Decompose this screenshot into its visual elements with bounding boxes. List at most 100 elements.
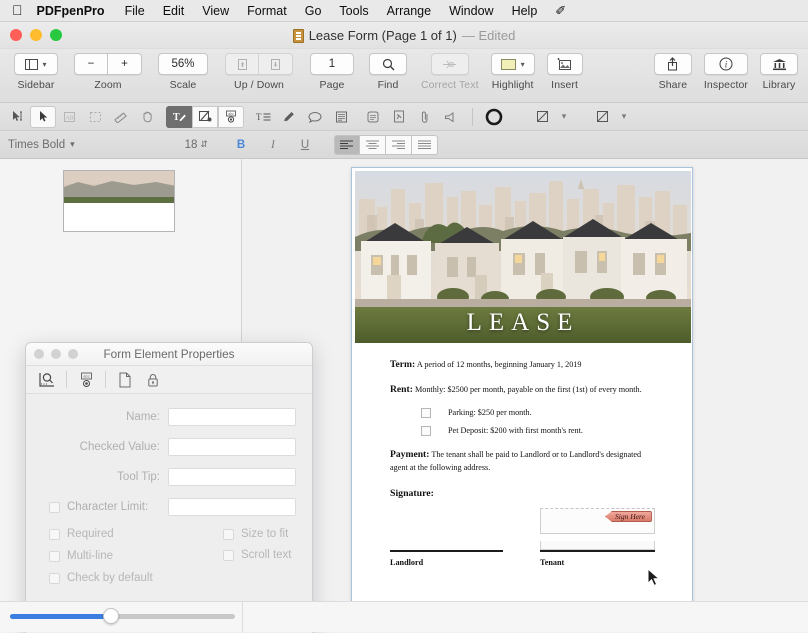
thumbnail-size-slider[interactable] [10,614,235,619]
check-by-default-row[interactable]: Check by default [49,572,296,584]
character-limit-checkbox[interactable] [49,502,60,513]
text-block-tool[interactable]: T [250,106,276,128]
share-button[interactable] [654,53,692,75]
fill-color-control[interactable] [529,106,555,128]
menu-item-help[interactable]: Help [503,0,547,22]
comment-tool[interactable] [302,106,328,128]
tool-tip-input[interactable] [168,468,296,486]
align-right-button[interactable] [386,135,412,155]
form-element-properties-panel[interactable]: Form Element Properties abc [25,342,313,633]
scroll-text-checkbox[interactable] [223,550,234,561]
close-button[interactable] [10,29,22,41]
size-to-fit-row[interactable]: Size to fit [223,528,288,540]
toolbar-group-correct-text: Correct Text [421,53,479,91]
zoom-out-button[interactable]: − [74,53,108,75]
size-to-fit-checkbox[interactable] [223,529,234,540]
highlight-button[interactable]: ▾ [491,53,535,75]
page-number-field[interactable]: 1 [310,53,354,75]
sound-tool[interactable] [438,106,464,128]
checked-value-input[interactable] [168,438,296,456]
menu-item-format[interactable]: Format [238,0,296,22]
library-button[interactable] [760,53,798,75]
multi-line-checkbox[interactable] [49,551,60,562]
toolbar-label-find: Find [378,79,399,91]
stroke-color-chevron[interactable]: ▾ [615,106,633,128]
inspector-button[interactable]: i [704,53,748,75]
signature-tool[interactable] [276,106,302,128]
menu-item-edit[interactable]: Edit [154,0,194,22]
tab-field-appearance[interactable]: abc [72,369,100,391]
italic-button[interactable]: I [262,139,284,151]
stroke-color-control[interactable] [589,106,615,128]
find-button[interactable] [369,53,407,75]
page-up-button[interactable] [225,53,259,75]
parking-checkbox-row[interactable]: Parking: $250 per month. [404,408,660,418]
checkbox-field-tool[interactable] [192,106,218,128]
text-field-tool[interactable]: T [166,106,192,128]
pdf-page[interactable]: LEASE Term: A period of 12 months, begin… [351,167,693,616]
menu-item-view[interactable]: View [193,0,238,22]
align-left-icon [340,140,353,149]
apple-menu-icon[interactable]:  [10,3,33,19]
align-center-button[interactable] [360,135,386,155]
page-thumbnail[interactable] [63,170,175,232]
document-canvas[interactable]: LEASE Term: A period of 12 months, begin… [243,159,808,633]
stamp-tool[interactable] [386,106,412,128]
correct-text-button[interactable] [431,53,469,75]
parking-checkbox[interactable] [421,408,431,418]
name-input[interactable] [168,408,296,426]
tenant-signature-line [540,550,655,552]
page-down-button[interactable] [259,53,293,75]
measure-tool[interactable] [108,106,134,128]
bold-button[interactable]: B [230,139,252,151]
character-limit-input[interactable] [168,498,296,516]
tab-document[interactable] [111,369,139,391]
attachment-tool[interactable] [412,106,438,128]
highlight-swatch-icon [501,59,516,70]
slider-knob[interactable] [103,608,119,624]
checked-value-label: Checked Value: [80,441,160,453]
align-left-button[interactable] [334,135,360,155]
font-name-dropdown[interactable]: Times Bold ▾ [8,139,75,151]
pet-deposit-checkbox-row[interactable]: Pet Deposit: $200 with first month's ren… [404,426,660,436]
scroll-hand-tool[interactable] [134,106,160,128]
minimize-button[interactable] [30,29,42,41]
tenant-field-box[interactable] [540,541,655,550]
fill-color-chevron[interactable]: ▾ [555,106,573,128]
select-rectangle-tool[interactable] [82,106,108,128]
text-block-icon: T [256,111,271,123]
required-checkbox[interactable] [49,529,60,540]
menu-item-tools[interactable]: Tools [330,0,377,22]
pen-nib-icon[interactable]: ✐ [546,3,575,19]
select-object-tool[interactable] [30,106,56,128]
payment-paragraph: Payment: The tenant shall be paid to Lan… [390,448,660,474]
pet-deposit-checkbox[interactable] [421,426,431,436]
maximize-button[interactable] [50,29,62,41]
radio-button-field-tool[interactable]: abc [218,106,244,128]
align-justify-button[interactable] [412,135,438,155]
underline-button[interactable]: U [294,139,316,151]
menu-app-name[interactable]: PDFpenPro [33,4,116,18]
insert-button[interactable] [547,53,583,75]
select-text-tool[interactable] [4,106,30,128]
check-by-default-checkbox[interactable] [49,573,60,584]
menu-item-arrange[interactable]: Arrange [378,0,440,22]
font-size-stepper[interactable]: 18 ⇵ [185,139,208,151]
note-tool[interactable] [328,106,354,128]
zoom-in-button[interactable]: + [108,53,142,75]
list-tool[interactable] [360,106,386,128]
line-width-control[interactable] [477,106,511,128]
scroll-text-row[interactable]: Scroll text [223,549,292,561]
term-text: A period of 12 months, beginning January… [415,360,581,369]
svg-text:AB: AB [65,115,73,121]
main-content-area: LEASE Term: A period of 12 months, begin… [0,159,808,633]
menu-item-window[interactable]: Window [440,0,502,22]
sidebar-button[interactable]: ▾ [14,53,58,75]
tab-permissions[interactable] [139,369,167,391]
menu-item-file[interactable]: File [116,0,154,22]
menu-item-go[interactable]: Go [296,0,331,22]
edit-text-tool[interactable]: AB [56,106,82,128]
scale-value-button[interactable]: 56% [158,53,208,75]
tab-form-element[interactable] [33,369,61,391]
pdf-document-icon [293,29,304,43]
